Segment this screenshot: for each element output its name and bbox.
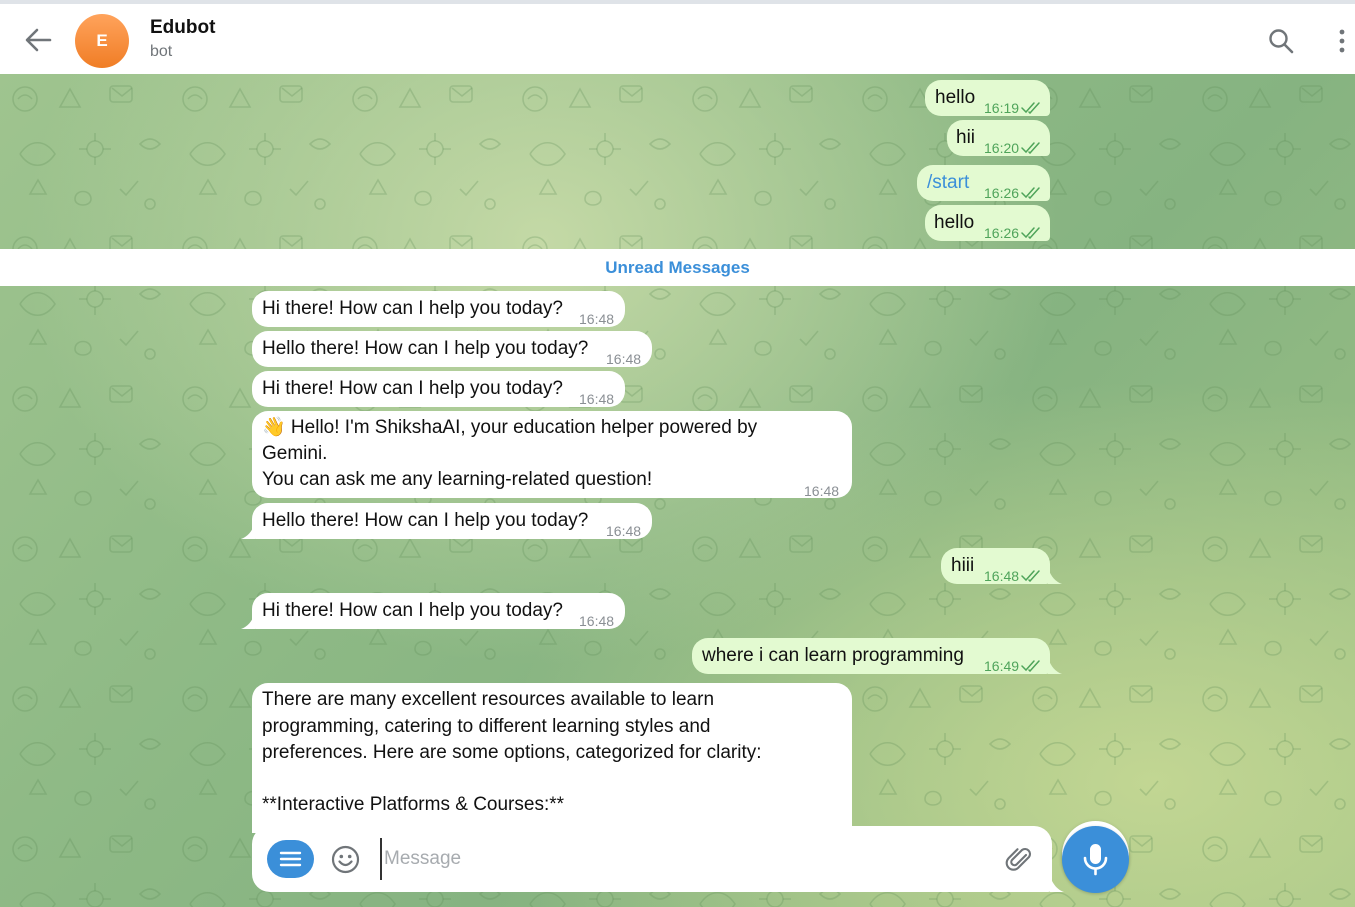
message-meta: 16:48 — [984, 563, 1042, 589]
message-meta: 16:26 — [984, 220, 1042, 246]
message-time: 16:26 — [984, 185, 1020, 201]
message-meta: 16:19 — [984, 95, 1042, 121]
message-time: 16:48 — [579, 391, 615, 407]
double-check-icon — [1021, 187, 1040, 199]
message-incoming[interactable]: Hello there! How can I help you today? 1… — [252, 503, 652, 539]
message-outgoing[interactable]: hiii 16:48 — [941, 548, 1050, 584]
bubble-tail — [1048, 658, 1062, 674]
message-input[interactable] — [380, 838, 1000, 880]
message-incoming[interactable]: Hi there! How can I help you today? 16:4… — [252, 371, 625, 407]
message-text: where i can learn programming — [702, 645, 964, 666]
message-time: 16:48 — [606, 351, 642, 367]
message-time: 16:48 — [984, 568, 1020, 584]
message-time: 16:48 — [606, 523, 642, 539]
avatar[interactable]: E — [75, 14, 129, 68]
emoji-icon[interactable] — [331, 845, 360, 874]
arrow-left-icon[interactable] — [22, 26, 54, 54]
chat-area[interactable]: hello 16:19 hii 16:20 /start 16:26 hello… — [0, 74, 1355, 907]
message-text: Hi there! How can I help you today? — [262, 600, 564, 621]
message-outgoing[interactable]: hello 16:19 — [925, 80, 1050, 116]
double-check-icon — [1021, 102, 1040, 114]
message-incoming[interactable]: There are many excellent resources avail… — [252, 683, 852, 833]
message-time: 16:48 — [579, 311, 615, 327]
message-time: 16:26 — [984, 225, 1020, 241]
message-line: preferences. Here are some options, cate… — [262, 742, 762, 763]
message-incoming[interactable]: Hi there! How can I help you today? 16:4… — [252, 593, 625, 629]
double-check-icon — [1021, 570, 1040, 582]
message-time: 16:49 — [984, 658, 1020, 674]
message-outgoing[interactable]: where i can learn programming 16:49 — [692, 638, 1050, 674]
message-meta: 16:49 — [984, 653, 1042, 679]
double-check-icon — [1021, 227, 1040, 239]
chat-subtitle: bot — [150, 43, 173, 60]
menu-icon — [279, 851, 302, 867]
message-text: Hi there! How can I help you today? — [262, 378, 564, 399]
message-time: 16:48 — [804, 483, 840, 499]
message-outgoing[interactable]: /start 16:26 — [917, 165, 1050, 201]
message-incoming[interactable]: 👋 Hello! I'm ShikshaAI, your education h… — [252, 411, 852, 499]
message-incoming[interactable]: Hello there! How can I help you today? 1… — [252, 331, 652, 367]
message-text: Hello there! How can I help you today? — [262, 338, 589, 359]
message-text: Hi there! How can I help you today? — [262, 298, 564, 319]
message-text: Hello there! How can I help you today? — [262, 510, 589, 531]
message-meta: 16:20 — [984, 135, 1042, 161]
message-text: hii — [956, 127, 976, 148]
message-line: Gemini. — [262, 443, 328, 464]
paperclip-icon[interactable] — [1004, 844, 1034, 874]
bubble-tail — [241, 523, 255, 539]
message-line: **Interactive Platforms & Courses:** — [262, 794, 565, 815]
message-line: 👋 Hello! I'm ShikshaAI, your education h… — [262, 417, 758, 438]
search-icon[interactable] — [1266, 26, 1296, 56]
message-time: 16:48 — [579, 613, 615, 629]
message-time: 16:20 — [984, 140, 1020, 156]
message-meta: 16:26 — [984, 180, 1042, 206]
bubble-tail — [1048, 568, 1062, 584]
message-text: /start — [927, 172, 970, 193]
message-line: You can ask me any learning-related ques… — [262, 469, 653, 490]
microphone-icon — [1083, 844, 1108, 876]
message-outgoing[interactable]: hii 16:20 — [947, 120, 1050, 156]
message-composer — [252, 826, 1052, 892]
double-check-icon — [1021, 660, 1040, 672]
message-outgoing[interactable]: hello 16:26 — [925, 205, 1050, 241]
message-line: programming, catering to different learn… — [262, 716, 711, 737]
bot-menu-button[interactable] — [267, 840, 314, 878]
message-text: hello — [935, 87, 976, 108]
chat-header: E Edubot bot — [0, 4, 1355, 74]
message-time: 16:19 — [984, 100, 1020, 116]
message-text: hiii — [951, 555, 975, 576]
unread-messages-divider: Unread Messages — [0, 249, 1355, 286]
bubble-tail — [241, 613, 255, 629]
voice-record-button[interactable] — [1062, 826, 1129, 893]
more-vertical-icon[interactable] — [1327, 26, 1355, 56]
message-text: hello — [934, 212, 975, 233]
message-line: There are many excellent resources avail… — [262, 689, 715, 710]
chat-title[interactable]: Edubot — [150, 17, 215, 39]
double-check-icon — [1021, 142, 1040, 154]
message-incoming[interactable]: Hi there! How can I help you today? 16:4… — [252, 291, 625, 327]
